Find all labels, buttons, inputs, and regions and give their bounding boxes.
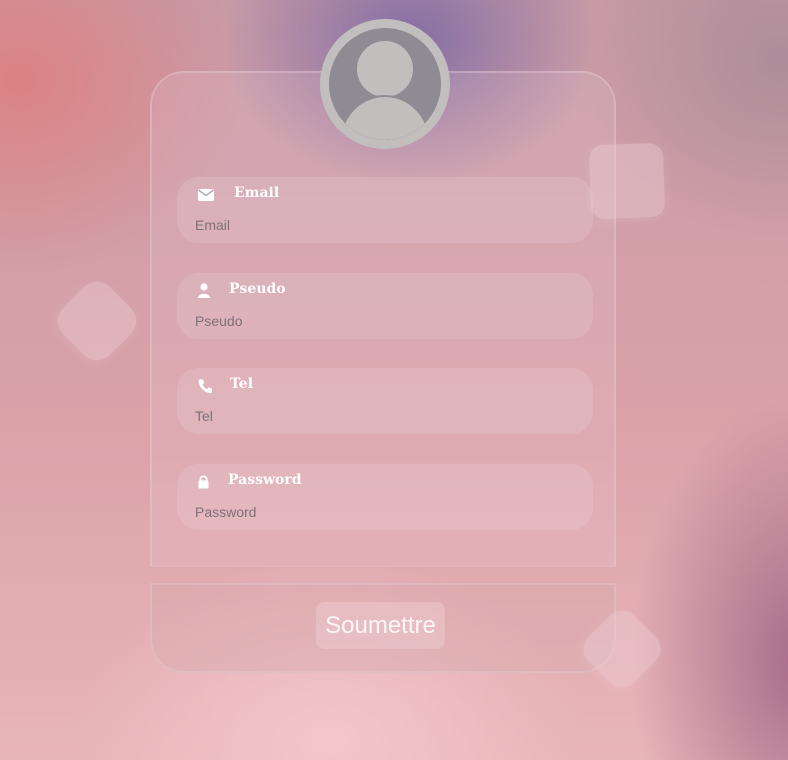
user-icon bbox=[197, 283, 215, 299]
tel-input[interactable] bbox=[195, 406, 575, 426]
field-password: Password bbox=[177, 464, 593, 530]
email-input[interactable] bbox=[195, 215, 575, 235]
decorative-diamond-left bbox=[50, 274, 144, 368]
password-label: Password bbox=[228, 472, 302, 488]
avatar bbox=[320, 19, 450, 149]
pseudo-input[interactable] bbox=[195, 311, 575, 331]
lock-icon bbox=[196, 474, 214, 490]
password-input[interactable] bbox=[195, 502, 575, 522]
email-label: Email bbox=[234, 185, 280, 201]
user-avatar-icon bbox=[329, 28, 441, 140]
field-email: Email bbox=[177, 177, 593, 243]
submit-button[interactable]: Soumettre bbox=[316, 602, 445, 649]
phone-icon bbox=[197, 378, 215, 394]
pseudo-label: Pseudo bbox=[229, 281, 286, 297]
field-pseudo: Pseudo bbox=[177, 273, 593, 339]
field-tel: Tel bbox=[177, 368, 593, 434]
envelope-icon bbox=[197, 187, 215, 203]
tel-label: Tel bbox=[230, 376, 254, 392]
